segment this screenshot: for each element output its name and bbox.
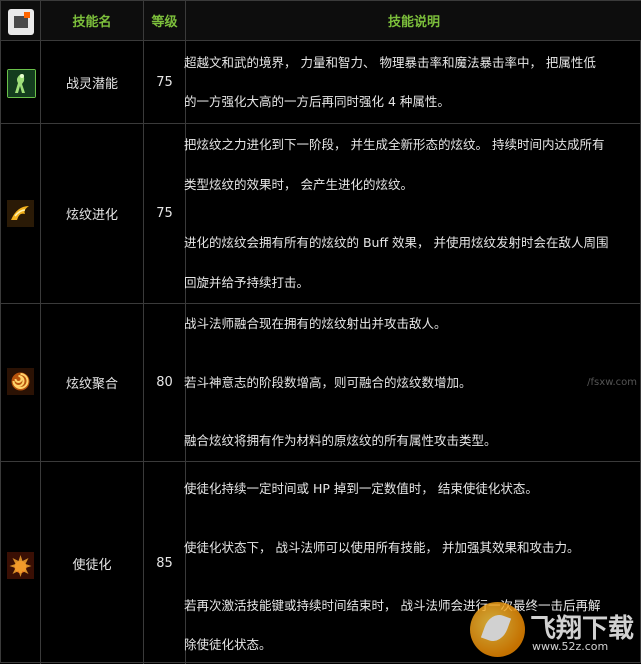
skill-name-cell: 使徒化 <box>41 462 144 664</box>
description-line: 超越文和武的境界， 力量和智力、 物理暴击率和魔法暴击率中， 把属性低 <box>184 55 596 70</box>
description-line: 若斗神意志的阶段数增高，则可融合的炫纹数增加。 <box>184 375 472 390</box>
skill-name: 炫纹聚合 <box>65 377 118 392</box>
header-level-cell: 等级 <box>144 1 186 40</box>
spiral-fire-icon <box>7 368 34 395</box>
header-icon-cell <box>1 1 41 40</box>
skill-level: 75 <box>156 206 173 221</box>
skill-level: 85 <box>156 555 173 571</box>
skill-level-cell: 75 <box>144 124 186 303</box>
header-name-cell: 技能名 <box>41 1 144 40</box>
skill-name: 使徒化 <box>72 557 112 573</box>
description-line: 进化的炫纹会拥有所有的炫纹的 Buff 效果， 并使用炫纹发射时会在敌人周围 <box>184 235 609 250</box>
skill-name: 战灵潜能 <box>65 76 118 92</box>
faint-watermark-text: /fsxw.com <box>587 377 637 388</box>
table-row: 战灵潜能 75 超越文和武的境界， 力量和智力、 物理暴击率和魔法暴击率中， 把… <box>1 41 641 124</box>
description-line: 使徒化状态下， 战斗法师可以使用所有技能， 并加强其效果和攻击力。 <box>184 540 580 555</box>
share-icon[interactable] <box>8 9 34 35</box>
skill-icon-cell <box>1 124 41 303</box>
skills-table: 技能名 等级 技能说明 战灵潜能 75 超越文和武的境界， 力量和智力、 物理暴… <box>0 0 641 664</box>
header-desc-cell: 技能说明 <box>186 1 641 40</box>
description-line: 的一方强化大高的一方后再同时强化 4 种属性。 <box>184 94 450 109</box>
description-line: 融合炫纹将拥有作为材料的原炫纹的所有属性攻击类型。 <box>184 433 497 448</box>
table-row: 炫纹进化 75 把炫纹之力进化到下一阶段， 并生成全新形态的炫纹。 持续时间内达… <box>1 124 641 304</box>
skill-description: 超越文和武的境界， 力量和智力、 物理暴击率和魔法暴击率中， 把属性低 的一方强… <box>184 41 641 123</box>
skill-icon-cell <box>1 304 41 461</box>
table-row: 炫纹聚合 80 战斗法师融合现在拥有的炫纹射出并攻击敌人。 若斗神意志的阶段数增… <box>1 304 641 462</box>
watermark-logo-icon <box>470 602 525 657</box>
site-watermark: 飞翔下载 www.52z.com <box>470 602 635 657</box>
description-line: 战斗法师融合现在拥有的炫纹射出并攻击敌人。 <box>184 316 447 331</box>
skill-name-cell: 炫纹进化 <box>41 124 144 303</box>
skill-level-cell: 80 <box>144 304 186 461</box>
description-line: 把炫纹之力进化到下一阶段， 并生成全新形态的炫纹。 持续时间内达成所有 <box>184 137 605 152</box>
skill-level: 80 <box>156 375 173 390</box>
skill-description: 战斗法师融合现在拥有的炫纹射出并攻击敌人。 若斗神意志的阶段数增高，则可融合的炫… <box>184 304 641 461</box>
watermark-url: www.52z.com <box>532 640 609 653</box>
skill-level: 75 <box>156 74 173 90</box>
description-line: 使徒化持续一定时间或 HP 掉到一定数值时， 结束使徒化状态。 <box>184 481 538 496</box>
skill-level-cell: 85 <box>144 462 186 664</box>
apostle-burst-icon <box>7 552 34 579</box>
skill-description: 把炫纹之力进化到下一阶段， 并生成全新形态的炫纹。 持续时间内达成所有 类型炫纹… <box>184 124 641 303</box>
skill-icon-cell <box>1 41 41 123</box>
header-level: 等级 <box>151 15 178 30</box>
skill-name-cell: 炫纹聚合 <box>41 304 144 461</box>
skill-icon-cell <box>1 462 41 664</box>
header-skill-name: 技能名 <box>72 15 112 30</box>
skill-name: 炫纹进化 <box>65 208 118 223</box>
skill-level-cell: 75 <box>144 41 186 123</box>
table-header: 技能名 等级 技能说明 <box>1 1 641 41</box>
skill-name-cell: 战灵潜能 <box>41 41 144 123</box>
description-line: 类型炫纹的效果时， 会产生进化的炫纹。 <box>184 177 413 192</box>
spirit-figure-icon <box>7 69 36 98</box>
flame-mark-icon <box>7 200 34 227</box>
description-line: 除使徒化状态。 <box>184 637 272 652</box>
description-line: 回旋并给予持续打击。 <box>184 275 310 290</box>
header-description: 技能说明 <box>387 15 440 30</box>
